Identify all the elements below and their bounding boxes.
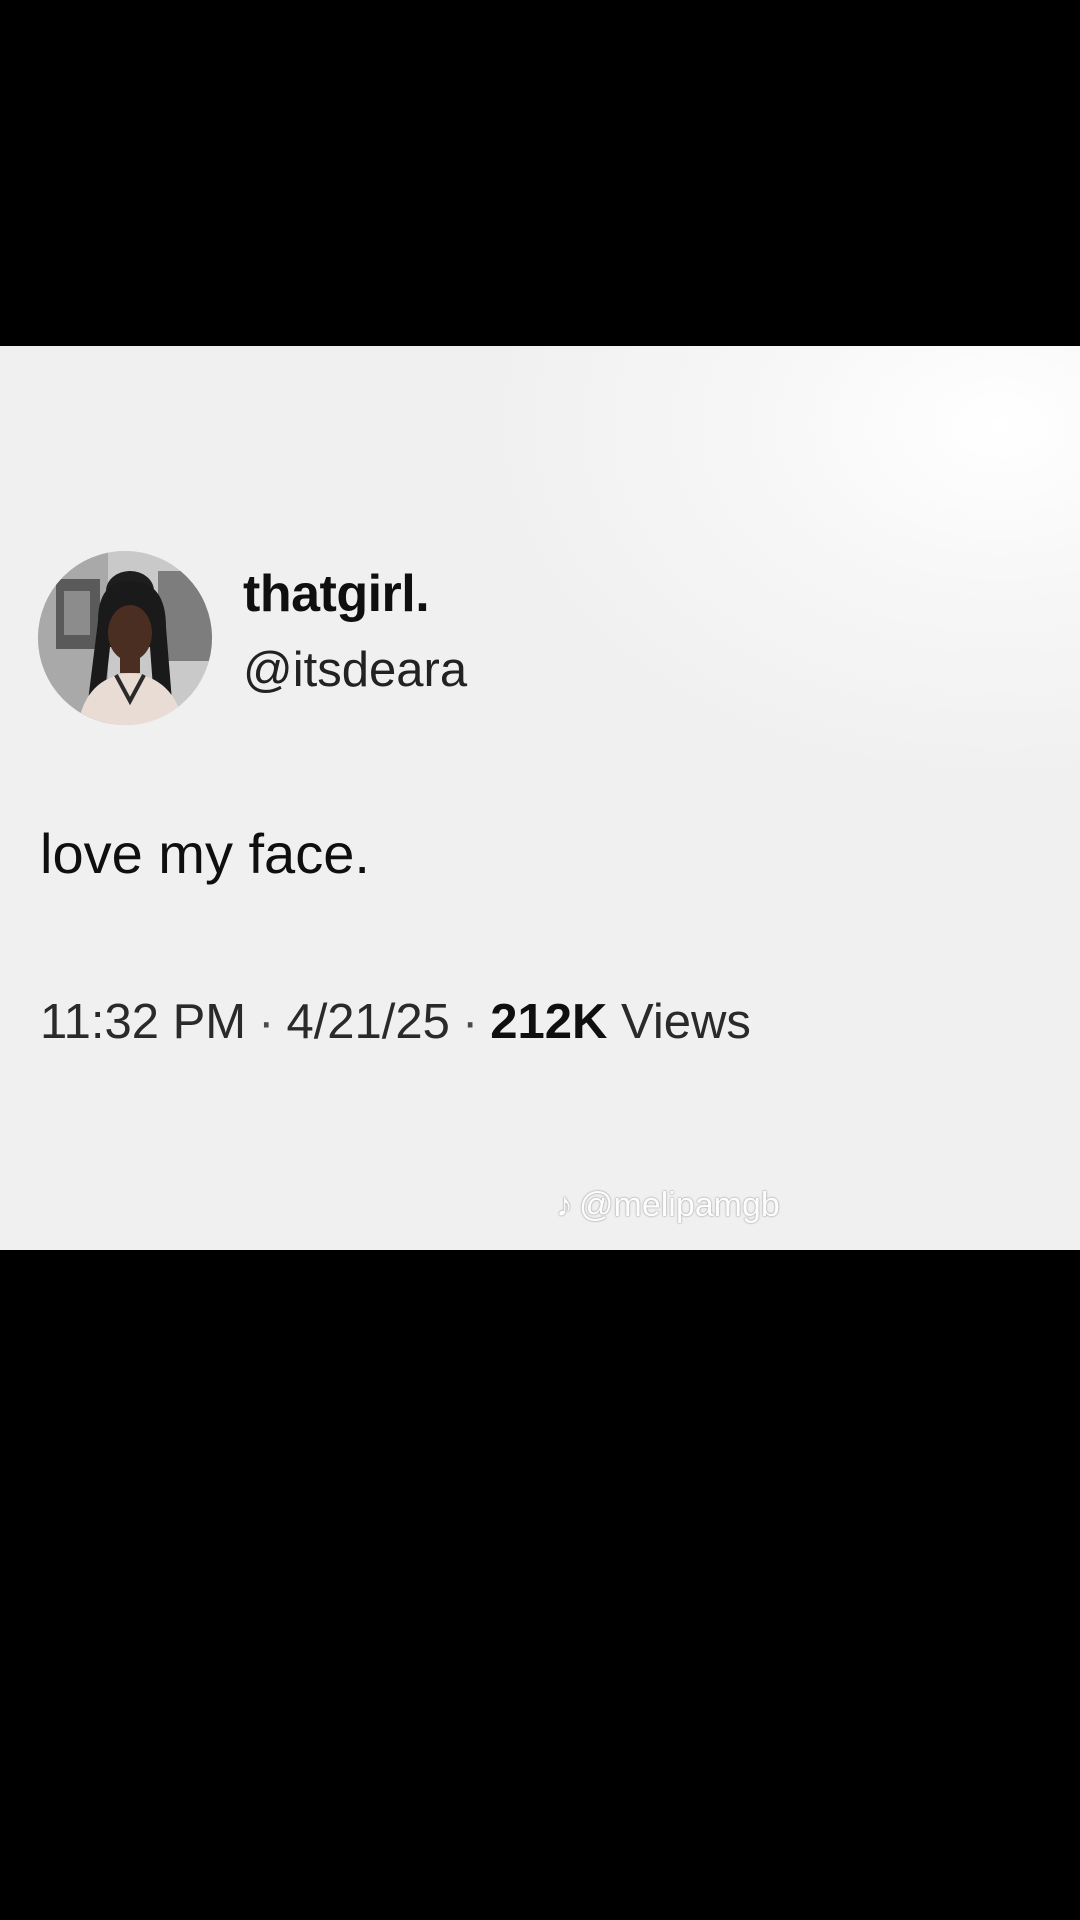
tweet-meta: 11:32 PM · 4/21/25 · 212K Views [40, 998, 751, 1047]
post-date[interactable]: 4/21/25 [286, 995, 450, 1049]
letterbox-bottom [0, 1250, 1080, 1920]
watermark-username: @melipamgb [579, 1186, 780, 1224]
tiktok-logo-icon: ♪ [556, 1186, 573, 1224]
post-time[interactable]: 11:32 PM [40, 995, 246, 1049]
display-name[interactable]: thatgirl. [243, 568, 430, 620]
tweet-card: thatgirl. @itsdeara love my face. 11:32 … [0, 346, 1080, 1250]
tweet-text: love my face. [40, 822, 370, 885]
letterbox-top [0, 0, 1080, 346]
meta-separator: · [461, 995, 479, 1049]
views-label: Views [621, 995, 751, 1049]
meta-separator: · [258, 995, 275, 1049]
profile-photo-icon [38, 551, 212, 725]
views-count: 212K [490, 995, 608, 1049]
avatar[interactable] [38, 551, 212, 725]
watermark: ♪ @melipamgb [556, 1188, 780, 1222]
user-handle[interactable]: @itsdeara [243, 646, 467, 695]
